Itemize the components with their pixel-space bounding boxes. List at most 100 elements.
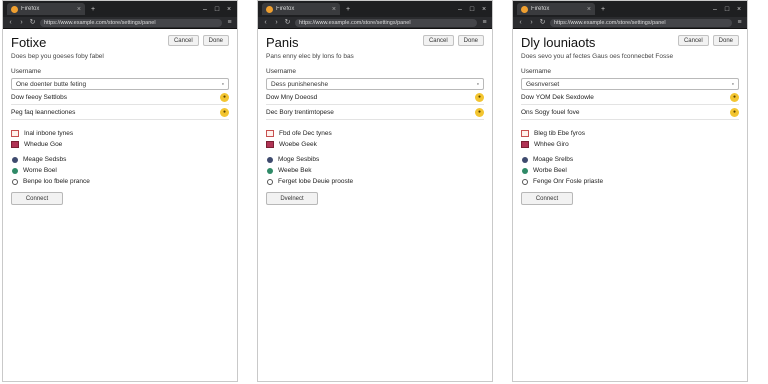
menu-icon[interactable]: ≡ [481, 19, 488, 26]
new-tab-icon[interactable]: + [599, 6, 607, 13]
new-tab-icon[interactable]: + [344, 6, 352, 13]
close-window-icon[interactable]: × [735, 6, 743, 13]
close-window-icon[interactable]: × [225, 6, 233, 13]
minimize-icon[interactable]: – [456, 6, 464, 13]
menu-icon[interactable]: ≡ [736, 19, 743, 26]
cancel-button[interactable]: Cancel [677, 35, 709, 46]
close-icon[interactable]: × [77, 6, 81, 13]
option-row[interactable]: Ons Sogy fouel fove ● [521, 105, 739, 120]
close-icon[interactable]: × [332, 6, 336, 13]
calendar-icon [266, 141, 274, 148]
firefox-icon [11, 5, 18, 13]
tab-title: Firefox [531, 6, 550, 12]
maximize-icon[interactable]: □ [723, 6, 731, 13]
radio-icon[interactable] [522, 178, 528, 185]
minimize-icon[interactable]: – [711, 6, 719, 13]
address-bar: ‹ › ↻ https://www.example.com/store/sett… [513, 17, 747, 29]
list-item[interactable]: Bleg tib Ebe fyros [521, 128, 739, 139]
list-item[interactable]: Benpe loo fbele prance [11, 176, 229, 187]
cancel-button[interactable]: Cancel [422, 35, 454, 46]
option-row[interactable]: Dec Bory trentimtopese ● [266, 105, 484, 120]
browser-window-2: Firefox × + – □ × ‹ › ↻ https://www.exam… [257, 0, 493, 382]
menu-icon[interactable]: ≡ [226, 19, 233, 26]
username-field[interactable]: Gesnverset ◦ [521, 78, 739, 90]
reload-icon[interactable]: ↻ [29, 19, 36, 26]
url-input[interactable]: https://www.example.com/store/settings/p… [295, 18, 477, 27]
option-label: Dow feeoy Settlobs [11, 93, 68, 101]
list-item-label: Moge Sesbibs [278, 156, 320, 163]
option-row[interactable]: Dow feeoy Settlobs ● [11, 90, 229, 105]
browser-tab[interactable]: Firefox × [262, 3, 340, 15]
list-item[interactable]: Moge Sesbibs [266, 154, 484, 165]
list-item[interactable]: Woebe Geek [266, 139, 484, 150]
new-tab-icon[interactable]: + [89, 6, 97, 13]
maximize-icon[interactable]: □ [468, 6, 476, 13]
url-input[interactable]: https://www.example.com/store/settings/p… [550, 18, 732, 27]
list-item-label: Benpe loo fbele prance [23, 178, 90, 185]
page-title: Dly louniaots [521, 35, 596, 50]
list-item-label: Woebe Geek [279, 141, 317, 148]
browser-tab[interactable]: Firefox × [517, 3, 595, 15]
url-input[interactable]: https://www.example.com/store/settings/p… [40, 18, 222, 27]
done-button[interactable]: Done [457, 35, 484, 46]
clear-icon[interactable]: ◦ [732, 81, 734, 88]
forward-icon[interactable]: › [18, 19, 25, 26]
title-bar: Firefox × + – □ × [3, 1, 237, 17]
address-bar: ‹ › ↻ https://www.example.com/store/sett… [3, 17, 237, 29]
minimize-icon[interactable]: – [201, 6, 209, 13]
option-row[interactable]: Dow YOM Dek Sexdowle ● [521, 90, 739, 105]
list-item[interactable]: Meage Sedsbs [11, 154, 229, 165]
username-value: Dess punisheneshe [271, 80, 329, 88]
list-item[interactable]: Fbd ofe Dec tynes [266, 128, 484, 139]
back-icon[interactable]: ‹ [7, 19, 14, 26]
option-label: Peg faq leannectiones [11, 108, 76, 116]
done-button[interactable]: Done [202, 35, 229, 46]
list-item[interactable]: Worbe Beel [521, 165, 739, 176]
done-button[interactable]: Done [712, 35, 739, 46]
page-subtitle: Does sevo you af fectes Gaus oes fconnec… [521, 53, 674, 60]
list-item[interactable]: Inal inbone tynes [11, 128, 229, 139]
list-item-label: Inal inbone tynes [24, 130, 74, 137]
close-icon[interactable]: × [587, 6, 591, 13]
list-item-label: Whedue Goe [24, 141, 63, 148]
option-label: Dec Bory trentimtopese [266, 108, 334, 116]
reload-icon[interactable]: ↻ [284, 19, 291, 26]
forward-icon[interactable]: › [528, 19, 535, 26]
clear-icon[interactable]: ◦ [222, 81, 224, 88]
list-item[interactable]: Fenge Onr Fosle priaste [521, 176, 739, 187]
page-title: Fotixe [11, 35, 47, 50]
username-field[interactable]: One doenter butte feting ◦ [11, 78, 229, 90]
option-row[interactable]: Peg faq leannectiones ● [11, 105, 229, 120]
title-bar: Firefox × + – □ × [513, 1, 747, 17]
list-item[interactable]: Ferget lobe Deuie prooste [266, 176, 484, 187]
back-icon[interactable]: ‹ [517, 19, 524, 26]
field-label: Username [521, 68, 551, 75]
page-content: Dly louniaots Cancel Done Does sevo you … [513, 29, 747, 205]
option-row[interactable]: Dow Mny Doeosd ● [266, 90, 484, 105]
cancel-button[interactable]: Cancel [167, 35, 199, 46]
reload-icon[interactable]: ↻ [539, 19, 546, 26]
browser-tab[interactable]: Firefox × [7, 3, 85, 15]
list-item[interactable]: Whedue Goe [11, 139, 229, 150]
connect-button[interactable]: Connect [11, 192, 63, 205]
list-item[interactable]: Weebe Bek [266, 165, 484, 176]
username-field[interactable]: Dess punisheneshe ◦ [266, 78, 484, 90]
radio-icon[interactable] [12, 178, 18, 185]
maximize-icon[interactable]: □ [213, 6, 221, 13]
radio-icon[interactable] [267, 178, 273, 185]
back-icon[interactable]: ‹ [262, 19, 269, 26]
list-item[interactable]: Whhee Giro [521, 139, 739, 150]
list-item[interactable]: Moage Srelbs [521, 154, 739, 165]
status-dot-icon [522, 156, 528, 163]
field-label: Username [11, 68, 41, 75]
option-label: Dow YOM Dek Sexdowle [521, 93, 594, 101]
status-dot-icon [522, 167, 528, 174]
connect-button[interactable]: Connect [521, 192, 573, 205]
close-window-icon[interactable]: × [480, 6, 488, 13]
list-item[interactable]: Worne Boel [11, 165, 229, 176]
connect-button[interactable]: Dvelnect [266, 192, 318, 205]
tab-title: Firefox [21, 6, 40, 12]
title-bar: Firefox × + – □ × [258, 1, 492, 17]
forward-icon[interactable]: › [273, 19, 280, 26]
clear-icon[interactable]: ◦ [477, 81, 479, 88]
